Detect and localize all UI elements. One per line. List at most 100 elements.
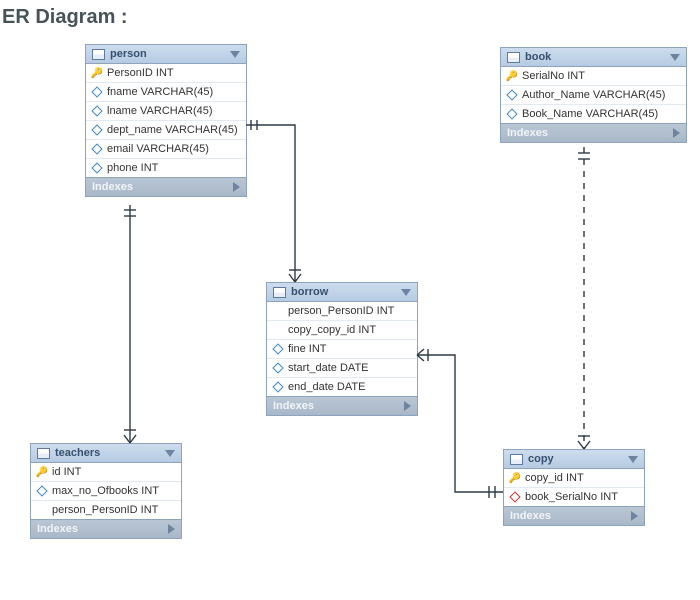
column-text: person_PersonID INT	[52, 504, 158, 516]
expand-icon[interactable]	[404, 401, 411, 411]
indexes-label: Indexes	[37, 523, 78, 535]
column-row: dept_name VARCHAR(45)	[86, 121, 246, 140]
diamond-red-icon	[510, 492, 520, 502]
entity-title: copy	[528, 453, 554, 465]
diamond-blue-icon	[273, 344, 283, 354]
entity-title: teachers	[55, 447, 100, 459]
blank-icon	[273, 325, 283, 335]
column-row: max_no_Ofbooks INT	[31, 482, 181, 501]
column-row: book_SerialNo INT	[504, 488, 644, 506]
column-row: Author_Name VARCHAR(45)	[501, 86, 686, 105]
entity-borrow[interactable]: borrow person_PersonID INT copy_copy_id I…	[266, 282, 418, 416]
column-text: person_PersonID INT	[288, 305, 394, 317]
column-list: 🔑 copy_id INT book_SerialNo INT	[504, 469, 644, 506]
indexes-bar[interactable]: Indexes	[31, 519, 181, 538]
column-text: copy_id INT	[525, 472, 584, 484]
diamond-blue-icon	[92, 144, 102, 154]
column-list: 🔑 PersonID INT fname VARCHAR(45) lname VARC…	[86, 64, 246, 177]
indexes-label: Indexes	[273, 400, 314, 412]
column-text: Author_Name VARCHAR(45)	[522, 89, 665, 101]
entity-header[interactable]: borrow	[267, 283, 417, 302]
column-text: book_SerialNo INT	[525, 491, 618, 503]
column-text: max_no_Ofbooks INT	[52, 485, 159, 497]
column-list: person_PersonID INT copy_copy_id INT fine …	[267, 302, 417, 396]
column-text: start_date DATE	[288, 362, 369, 374]
expand-icon[interactable]	[168, 524, 175, 534]
column-text: PersonID INT	[107, 67, 174, 79]
blank-icon	[273, 306, 283, 316]
column-row: start_date DATE	[267, 359, 417, 378]
indexes-bar[interactable]: Indexes	[504, 506, 644, 525]
column-row: person_PersonID INT	[31, 501, 181, 519]
diamond-blue-icon	[507, 109, 517, 119]
collapse-icon[interactable]	[670, 54, 680, 61]
entity-header[interactable]: copy	[504, 450, 644, 469]
diamond-blue-icon	[92, 87, 102, 97]
entity-teachers[interactable]: teachers 🔑 id INT max_no_Ofbooks INT person…	[30, 443, 182, 539]
key-icon: 🔑	[92, 68, 102, 78]
key-icon: 🔑	[510, 473, 520, 483]
column-text: lname VARCHAR(45)	[107, 105, 213, 117]
column-list: 🔑 id INT max_no_Ofbooks INT person_PersonID…	[31, 463, 181, 519]
collapse-icon[interactable]	[230, 51, 240, 58]
column-row: 🔑 SerialNo INT	[501, 67, 686, 86]
key-icon: 🔑	[37, 467, 47, 477]
indexes-bar[interactable]: Indexes	[86, 177, 246, 196]
diamond-blue-icon	[507, 90, 517, 100]
column-text: id INT	[52, 466, 81, 478]
column-row: email VARCHAR(45)	[86, 140, 246, 159]
entity-header[interactable]: teachers	[31, 444, 181, 463]
column-row: 🔑 id INT	[31, 463, 181, 482]
diamond-blue-icon	[273, 363, 283, 373]
table-icon	[510, 454, 523, 465]
entity-copy[interactable]: copy 🔑 copy_id INT book_SerialNo INT Index…	[503, 449, 645, 526]
column-list: 🔑 SerialNo INT Author_Name VARCHAR(45) Book…	[501, 67, 686, 123]
expand-icon[interactable]	[631, 511, 638, 521]
column-text: copy_copy_id INT	[288, 324, 376, 336]
diamond-blue-icon	[92, 106, 102, 116]
collapse-icon[interactable]	[628, 456, 638, 463]
entity-person[interactable]: person 🔑 PersonID INT fname VARCHAR(45) lna…	[85, 44, 247, 197]
expand-icon[interactable]	[233, 182, 240, 192]
expand-icon[interactable]	[673, 128, 680, 138]
entity-title: borrow	[291, 286, 328, 298]
table-icon	[92, 49, 105, 60]
column-text: phone INT	[107, 162, 158, 174]
entity-title: person	[110, 48, 147, 60]
indexes-label: Indexes	[507, 127, 548, 139]
column-row: phone INT	[86, 159, 246, 177]
column-text: fname VARCHAR(45)	[107, 86, 213, 98]
column-text: end_date DATE	[288, 381, 365, 393]
column-row: lname VARCHAR(45)	[86, 102, 246, 121]
column-text: dept_name VARCHAR(45)	[107, 124, 238, 136]
column-text: email VARCHAR(45)	[107, 143, 209, 155]
column-text: SerialNo INT	[522, 70, 585, 82]
blank-icon	[37, 505, 47, 515]
column-row: fname VARCHAR(45)	[86, 83, 246, 102]
column-text: fine INT	[288, 343, 327, 355]
column-row: Book_Name VARCHAR(45)	[501, 105, 686, 123]
collapse-icon[interactable]	[401, 289, 411, 296]
column-row: copy_copy_id INT	[267, 321, 417, 340]
diamond-blue-icon	[92, 163, 102, 173]
entity-title: book	[525, 51, 551, 63]
entity-header[interactable]: person	[86, 45, 246, 64]
indexes-bar[interactable]: Indexes	[267, 396, 417, 415]
table-icon	[37, 448, 50, 459]
entity-header[interactable]: book	[501, 48, 686, 67]
table-icon	[507, 52, 520, 63]
diamond-blue-icon	[273, 382, 283, 392]
key-icon: 🔑	[507, 71, 517, 81]
page-title: ER Diagram :	[2, 6, 128, 29]
diamond-blue-icon	[37, 486, 47, 496]
indexes-bar[interactable]: Indexes	[501, 123, 686, 142]
collapse-icon[interactable]	[165, 450, 175, 457]
column-row: end_date DATE	[267, 378, 417, 396]
column-row: 🔑 PersonID INT	[86, 64, 246, 83]
indexes-label: Indexes	[92, 181, 133, 193]
entity-book[interactable]: book 🔑 SerialNo INT Author_Name VARCHAR(45…	[500, 47, 687, 143]
indexes-label: Indexes	[510, 510, 551, 522]
column-text: Book_Name VARCHAR(45)	[522, 108, 658, 120]
column-row: fine INT	[267, 340, 417, 359]
column-row: 🔑 copy_id INT	[504, 469, 644, 488]
